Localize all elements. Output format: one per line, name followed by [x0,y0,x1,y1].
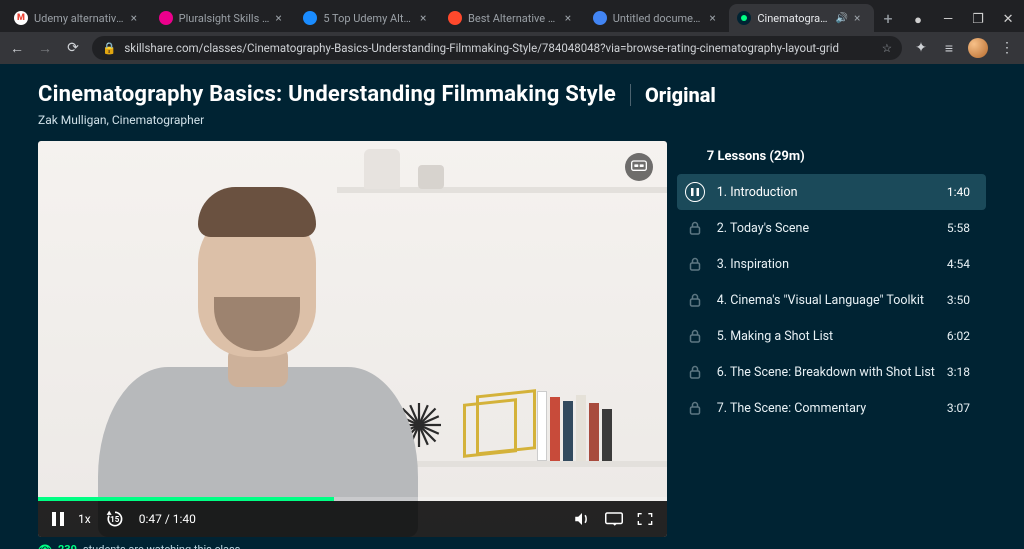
video-player[interactable]: 1x 15 0:47 / 1:40 [38,141,667,537]
tab-label: Cinematography Basics… [757,12,829,25]
tab-label: Pluralsight Skills Reviews 2… [179,12,270,25]
browser-toolbar: ← → ⟳ 🔒 skillshare.com/classes/Cinematog… [0,32,1024,64]
close-icon[interactable]: × [275,11,287,25]
lesson-title: 7. The Scene: Commentary [717,401,935,416]
browser-tab[interactable]: Untitled document - Googl… × [585,4,730,32]
video-frame [38,141,667,537]
google-docs-icon [593,11,607,25]
lock-icon [685,254,705,274]
close-icon[interactable]: × [709,11,721,25]
new-tab-button[interactable]: + [874,4,902,32]
lesson-duration: 5:58 [947,221,970,235]
watching-count: 239 [58,543,77,549]
rewind-15-button[interactable]: 15 [105,509,125,529]
lock-icon [685,362,705,382]
forward-icon[interactable]: → [36,40,54,57]
browser-tab[interactable]: 5 Top Udemy Alternatives – … × [295,4,440,32]
lesson-title: 3. Inspiration [717,257,935,272]
kebab-menu-icon[interactable]: ⋮ [998,40,1016,56]
close-icon[interactable]: × [131,11,143,25]
divider [630,84,631,106]
lesson-duration: 6:02 [947,329,970,343]
playing-icon [685,182,705,202]
skillshare-icon [737,11,751,25]
content-row: 1x 15 0:47 / 1:40 7 Lessons (29m) 1. Int… [38,141,986,537]
lesson-item[interactable]: 6. The Scene: Breakdown with Shot List 3… [677,354,986,390]
audio-icon[interactable]: 🔊 [836,13,848,24]
lock-icon [685,398,705,418]
captions-badge[interactable] [625,153,653,181]
browser-tab[interactable]: Best Alternative to Udemy f… × [440,4,585,32]
g2-icon [448,11,462,25]
maximize-icon[interactable]: ❐ [972,12,984,28]
address-bar[interactable]: 🔒 skillshare.com/classes/Cinematography-… [92,36,902,60]
browser-tab[interactable]: Udemy alternative - anirban × [6,4,151,32]
lesson-item[interactable]: 4. Cinema's "Visual Language" Toolkit 3:… [677,282,986,318]
tab-label: 5 Top Udemy Alternatives – … [323,12,414,25]
pause-button[interactable] [52,512,64,526]
url-text: skillshare.com/classes/Cinematography-Ba… [124,41,873,55]
video-controls: 1x 15 0:47 / 1:40 [38,501,667,537]
minimize-icon[interactable]: ― [942,12,954,28]
extensions-icon[interactable]: ✦ [912,40,930,56]
back-icon[interactable]: ← [8,40,26,57]
lesson-duration: 3:50 [947,293,970,307]
lesson-item[interactable]: 3. Inspiration 4:54 [677,246,986,282]
course-author[interactable]: Zak Mulligan, Cinematographer [38,113,986,127]
tab-label: Untitled document - Googl… [613,12,704,25]
lesson-item[interactable]: 2. Today's Scene 5:58 [677,210,986,246]
lesson-item[interactable]: 7. The Scene: Commentary 3:07 [677,390,986,426]
lock-icon [685,218,705,238]
browser-tab[interactable]: Pluralsight Skills Reviews 2… × [151,4,296,32]
watching-banner: 👁 239 students are watching this class [38,543,986,549]
lesson-item-active[interactable]: 1. Introduction 1:40 [677,174,986,210]
playback-speed[interactable]: 1x [78,512,91,526]
pluralsight-icon [159,11,173,25]
lesson-duration: 1:40 [947,185,970,199]
gmail-icon [14,11,28,25]
close-icon[interactable]: × [854,11,866,25]
lesson-title: 1. Introduction [717,185,935,200]
fullscreen-button[interactable] [637,512,653,526]
lesson-duration: 4:54 [947,257,970,271]
close-icon[interactable]: × [565,11,577,25]
lesson-item[interactable]: 5. Making a Shot List 6:02 [677,318,986,354]
lesson-title: 2. Today's Scene [717,221,935,236]
close-icon[interactable]: × [420,11,432,25]
reading-list-icon[interactable]: ≡ [940,40,958,57]
lock-icon: 🔒 [102,41,116,55]
lock-icon [685,290,705,310]
tab-label: Best Alternative to Udemy f… [468,12,559,25]
dash-icon: ● [912,12,924,28]
site-icon [303,11,317,25]
lesson-title: 4. Cinema's "Visual Language" Toolkit [717,293,935,308]
original-badge: Original [645,83,716,107]
time-display: 0:47 / 1:40 [139,512,196,526]
lesson-list: 7 Lessons (29m) 1. Introduction 1:40 2. … [677,141,986,537]
window-controls: ● ― ❐ ✕ [902,12,1024,32]
browser-tab-active[interactable]: Cinematography Basics… 🔊 × [729,4,874,32]
subtitles-button[interactable] [605,512,623,526]
eye-icon: 👁 [38,543,52,549]
lesson-title: 6. The Scene: Breakdown with Shot List [717,365,935,380]
volume-button[interactable] [573,511,591,527]
lesson-title: 5. Making a Shot List [717,329,935,344]
browser-tabstrip: Udemy alternative - anirban × Pluralsigh… [0,0,1024,32]
lesson-list-header: 7 Lessons (29m) [677,143,986,174]
reload-icon[interactable]: ⟳ [64,40,82,56]
course-title: Cinematography Basics: Understanding Fil… [38,82,616,107]
lesson-duration: 3:07 [947,401,970,415]
course-header: Cinematography Basics: Understanding Fil… [38,82,986,107]
captions-icon [631,160,647,174]
watching-label: students are watching this class [83,543,240,549]
star-icon[interactable]: ☆ [882,41,892,55]
lesson-duration: 3:18 [947,365,970,379]
lock-icon [685,326,705,346]
rewind-seconds-label: 15 [105,509,125,529]
page-content: Cinematography Basics: Understanding Fil… [0,64,1024,549]
profile-avatar[interactable] [968,38,988,58]
tab-label: Udemy alternative - anirban [34,12,125,25]
close-window-icon[interactable]: ✕ [1002,12,1014,28]
